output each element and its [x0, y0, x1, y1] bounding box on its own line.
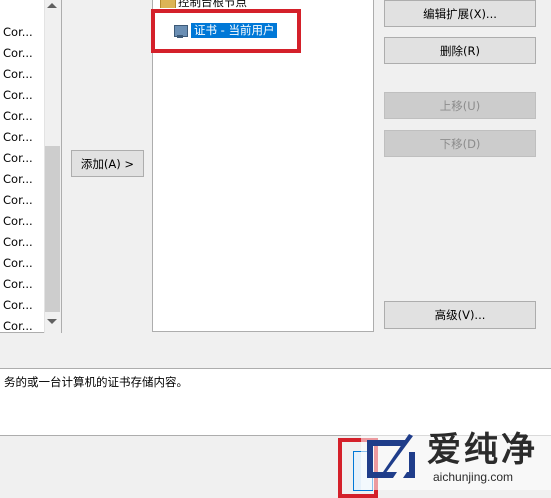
list-item[interactable]: Cor... [3, 214, 33, 228]
list-item[interactable]: Cor... [3, 319, 33, 333]
list-item[interactable]: Cor... [3, 172, 33, 186]
list-item[interactable]: Cor... [3, 109, 33, 123]
description-box: 务的或一台计算机的证书存储内容。 [0, 368, 551, 436]
watermark: 爱纯净 aichunjing.com [361, 430, 551, 490]
advanced-button[interactable]: 高级(V)... [384, 301, 536, 329]
list-item[interactable]: Cor... [3, 193, 33, 207]
list-item[interactable]: Cor... [3, 235, 33, 249]
list-item[interactable]: Cor... [3, 277, 33, 291]
edit-extensions-button[interactable]: 编辑扩展(X)... [384, 0, 536, 27]
folder-icon [160, 0, 176, 8]
watermark-url: aichunjing.com [433, 470, 514, 484]
watermark-logo-icon [367, 434, 415, 478]
list-item[interactable]: Cor... [3, 298, 33, 312]
move-up-button[interactable]: 上移(U) [384, 92, 536, 119]
watermark-title: 爱纯净 [427, 430, 538, 470]
arrow-down-icon [47, 319, 57, 324]
list-item[interactable]: Cor... [3, 130, 33, 144]
arrow-up-icon [47, 3, 57, 8]
description-text: 务的或一台计算机的证书存储内容。 [4, 375, 188, 389]
list-item[interactable]: Cor... [3, 67, 33, 81]
annotation-highlight-box [151, 9, 301, 53]
tree-node-console-root[interactable]: 控制台根节点 [158, 0, 278, 8]
scroll-down-button[interactable] [44, 314, 61, 331]
remove-button[interactable]: 删除(R) [384, 37, 536, 64]
scrollbar-thumb[interactable] [45, 146, 60, 312]
list-item[interactable]: Cor... [3, 46, 33, 60]
add-button[interactable]: 添加(A) > [71, 150, 144, 177]
list-item[interactable]: Cor... [3, 88, 33, 102]
list-item[interactable]: Cor... [3, 151, 33, 165]
tree-node-label: 控制台根节点 [178, 0, 247, 8]
list-item[interactable]: Cor... [3, 25, 33, 39]
list-item[interactable]: Cor... [3, 256, 33, 270]
scroll-up-button[interactable] [44, 0, 61, 16]
move-down-button[interactable]: 下移(D) [384, 130, 536, 157]
